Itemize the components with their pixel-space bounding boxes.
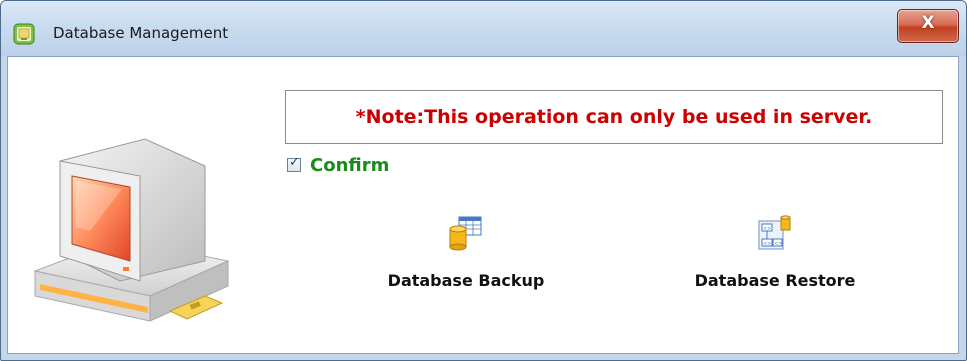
check-icon: ✓: [289, 155, 300, 170]
database-app-icon: [13, 23, 35, 45]
svg-text:<>: <>: [763, 241, 771, 247]
database-restore-label[interactable]: Database Restore: [682, 271, 868, 290]
svg-text:<>: <>: [774, 241, 782, 247]
confirm-row[interactable]: ✓ Confirm: [287, 155, 389, 176]
close-button[interactable]: X: [897, 9, 959, 43]
window-title: Database Management: [53, 24, 229, 42]
database-backup-icon: [448, 215, 484, 251]
database-backup-button[interactable]: Database Backup: [374, 215, 558, 290]
close-icon: X: [921, 13, 935, 33]
dialog-content: *Note:This operation can only be used in…: [7, 56, 959, 354]
server-only-note: *Note:This operation can only be used in…: [355, 106, 873, 128]
note-box: *Note:This operation can only be used in…: [285, 90, 943, 144]
database-restore-icon: <> <> <>: [757, 215, 793, 251]
title-bar: Database Management X: [1, 1, 966, 56]
computer-icon: [30, 121, 230, 341]
confirm-label[interactable]: Confirm: [310, 155, 389, 176]
database-backup-label[interactable]: Database Backup: [374, 271, 558, 290]
database-management-window: Database Management X *Note:This operati…: [0, 0, 967, 361]
database-restore-button[interactable]: <> <> <> Database Restore: [682, 215, 868, 290]
confirm-checkbox[interactable]: ✓: [287, 155, 301, 172]
